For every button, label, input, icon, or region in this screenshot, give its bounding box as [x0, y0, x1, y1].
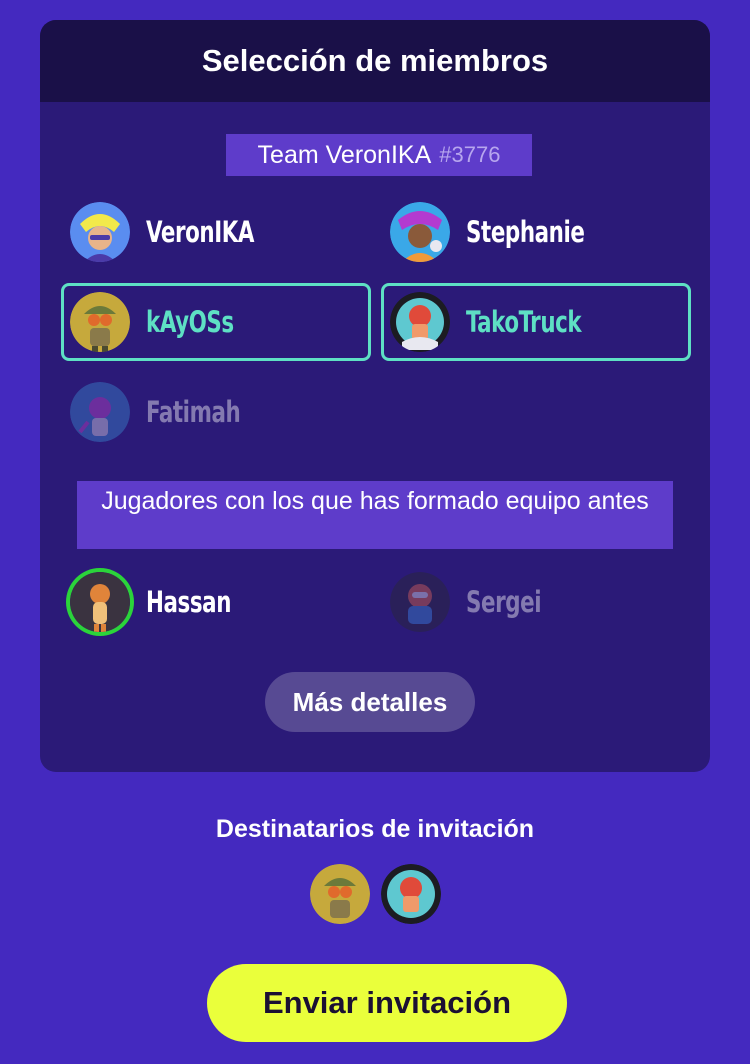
member-name: TakoTruck	[466, 305, 582, 339]
member-name: Stephanie	[466, 215, 585, 249]
player-hassan[interactable]: Hassan	[61, 563, 371, 641]
player-sergei[interactable]: Sergei	[381, 563, 691, 641]
avatar	[70, 572, 130, 632]
member-fatimah[interactable]: Fatimah	[61, 373, 371, 451]
avatar	[70, 382, 130, 442]
member-kayoss[interactable]: kAyOSs	[61, 283, 371, 361]
recipient-avatar-kayoss	[310, 864, 370, 924]
recipients-title: Destinatarios de invitación	[215, 815, 535, 843]
page-title: Selección de miembros	[201, 43, 549, 78]
member-name: VeronIKA	[146, 215, 255, 249]
team-tag: Team VeronIKA #3776	[226, 134, 532, 176]
avatar	[390, 292, 450, 352]
team-code: #3776	[439, 142, 501, 167]
player-name: Hassan	[146, 585, 232, 619]
avatar	[70, 292, 130, 352]
recipient-avatar-takotruck	[381, 864, 441, 924]
player-name: Sergei	[466, 585, 542, 619]
card-header: Selección de miembros	[40, 20, 710, 102]
member-takotruck[interactable]: TakoTruck	[381, 283, 691, 361]
avatar	[70, 202, 130, 262]
avatar	[390, 202, 450, 262]
team-name: Team VeronIKA	[257, 140, 432, 169]
send-invitation-button[interactable]: Enviar invitación	[207, 964, 567, 1042]
more-details-button[interactable]: Más detalles	[265, 672, 475, 732]
member-selection-card: Selección de miembros Team VeronIKA #377…	[40, 20, 710, 772]
member-name: Fatimah	[146, 395, 241, 429]
previous-teammates-label: Jugadores con los que has formado equipo…	[77, 481, 673, 549]
member-stephanie[interactable]: Stephanie	[381, 193, 691, 271]
member-veronika[interactable]: VeronIKA	[61, 193, 371, 271]
recipients-list	[310, 864, 441, 924]
member-name: kAyOSs	[146, 305, 234, 339]
avatar	[390, 572, 450, 632]
